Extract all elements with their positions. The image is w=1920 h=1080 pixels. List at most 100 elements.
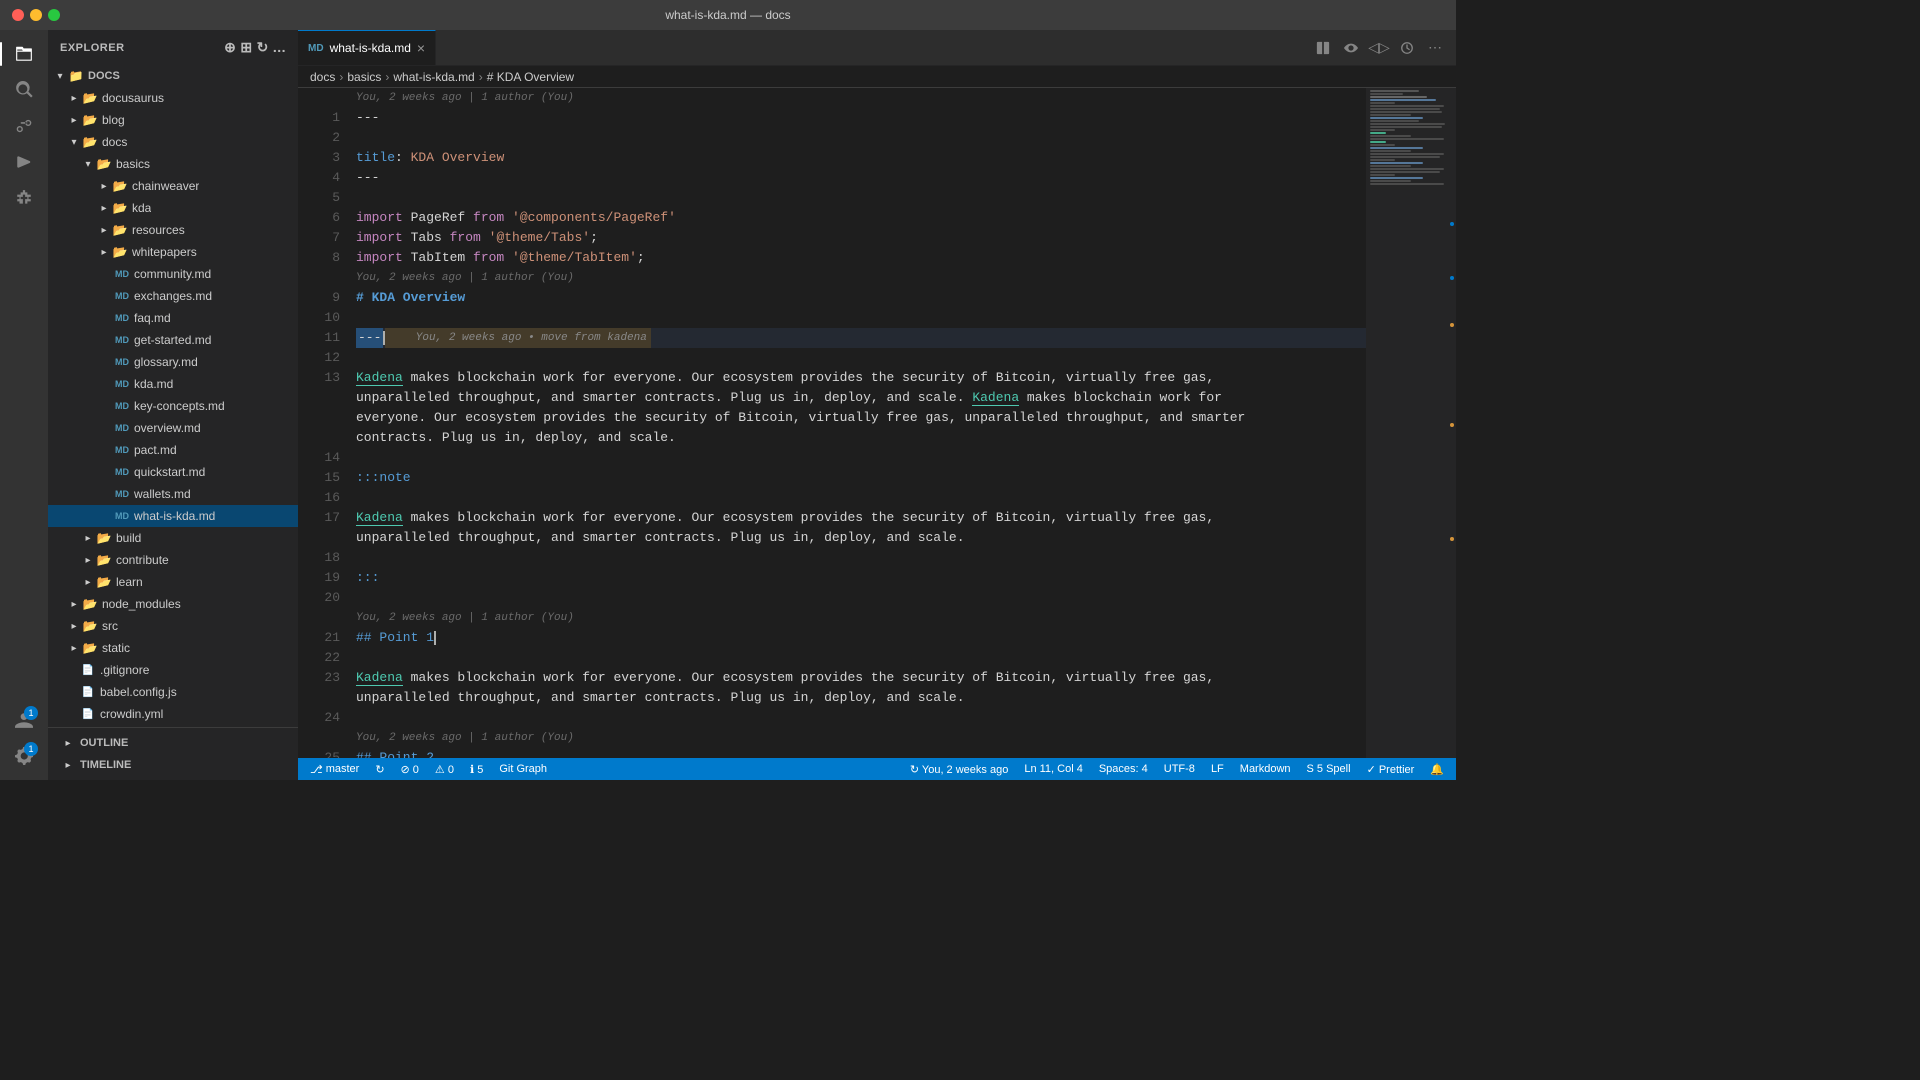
git-branch-item[interactable]: ⎇ master — [306, 758, 363, 780]
sidebar-item-kda[interactable]: 📂 kda — [48, 197, 298, 219]
prettier-item[interactable]: ✓ Prettier — [1363, 758, 1419, 780]
sidebar-item-chainweaver[interactable]: 📂 chainweaver — [48, 175, 298, 197]
breadcrumb-symbol[interactable]: # KDA Overview — [487, 70, 574, 84]
breadcrumb-sep3: › — [479, 70, 483, 84]
sidebar-item-pact-md[interactable]: MD pact.md — [48, 439, 298, 461]
outline-section[interactable]: OUTLINE — [48, 732, 298, 754]
maximize-button[interactable] — [48, 9, 60, 21]
tab-label: what-is-kda.md — [330, 41, 411, 55]
sidebar-item-faq-md[interactable]: MD faq.md — [48, 307, 298, 329]
editor-content[interactable]: 1 2 3 4 5 6 7 8 9 10 11 12 13 14 15 16 — [298, 88, 1456, 758]
search-activity-icon[interactable] — [8, 74, 40, 106]
git-graph-item[interactable]: Git Graph — [495, 758, 551, 780]
sidebar-item-crowdin[interactable]: 📄 crowdin.yml — [48, 703, 298, 725]
encoding-item[interactable]: UTF-8 — [1160, 758, 1199, 780]
blame-line: You, 2 weeks ago | 1 author (You) — [356, 608, 1366, 628]
sidebar-item-resources[interactable]: 📂 resources — [48, 219, 298, 241]
sidebar-item-basics[interactable]: 📂 basics — [48, 153, 298, 175]
sync-item[interactable]: ↻ — [371, 758, 388, 780]
sidebar-item-docs-root[interactable]: 📁 DOCS — [48, 65, 298, 87]
sidebar-item-label: learn — [116, 575, 143, 589]
breadcrumb-file[interactable]: what-is-kda.md — [393, 70, 474, 84]
split-editor-icon[interactable] — [1310, 35, 1336, 61]
collapse-all-icon[interactable]: ... — [273, 39, 286, 56]
code-line: everyone. Our ecosystem provides the sec… — [356, 408, 1366, 428]
sidebar-item-community-md[interactable]: MD community.md — [48, 263, 298, 285]
open-changes-icon[interactable]: ◁▷ — [1366, 35, 1392, 61]
sidebar-item-whitepapers[interactable]: 📂 whitepapers — [48, 241, 298, 263]
cursor-position-item[interactable]: Ln 11, Col 4 — [1020, 758, 1087, 780]
run-activity-icon[interactable] — [8, 146, 40, 178]
sidebar-item-static[interactable]: 📂 static — [48, 637, 298, 659]
sidebar-item-learn[interactable]: 📂 learn — [48, 571, 298, 593]
sidebar: Explorer ⊕ ⊞ ↻ ... 📁 DOCS 📂 docusaurus — [48, 30, 298, 780]
indent-label: Spaces: 4 — [1099, 763, 1148, 775]
sidebar-item-label: contribute — [116, 553, 169, 567]
encoding-label: UTF-8 — [1164, 763, 1195, 775]
line-ending-item[interactable]: LF — [1207, 758, 1228, 780]
more-actions-icon[interactable]: ⋯ — [1422, 35, 1448, 61]
sidebar-item-key-concepts-md[interactable]: MD key-concepts.md — [48, 395, 298, 417]
new-file-icon[interactable]: ⊕ — [224, 39, 236, 56]
notifications-item[interactable]: 🔔 — [1426, 758, 1448, 780]
md-file-icon: MD — [114, 464, 130, 480]
info-item[interactable]: ℹ 5 — [466, 758, 487, 780]
breadcrumb-sep2: › — [385, 70, 389, 84]
blame-line: You, 2 weeks ago | 1 author (You) — [356, 88, 1366, 108]
sidebar-item-glossary-md[interactable]: MD glossary.md — [48, 351, 298, 373]
refresh-icon[interactable]: ↻ — [257, 39, 269, 56]
source-control-activity-icon[interactable] — [8, 110, 40, 142]
expand-arrow — [104, 288, 114, 304]
breadcrumb-basics[interactable]: basics — [347, 70, 381, 84]
folder-icon: 📂 — [96, 552, 112, 568]
sidebar-item-label: community.md — [134, 267, 211, 281]
expand-arrow — [104, 442, 114, 458]
git-branch-icon: ⎇ — [310, 763, 323, 776]
spell-label: S 5 Spell — [1307, 763, 1351, 775]
sidebar-item-contribute[interactable]: 📂 contribute — [48, 549, 298, 571]
language-item[interactable]: Markdown — [1236, 758, 1295, 780]
extensions-activity-icon[interactable] — [8, 182, 40, 214]
sidebar-item-node-modules[interactable]: 📂 node_modules — [48, 593, 298, 615]
sidebar-item-exchanges-md[interactable]: MD exchanges.md — [48, 285, 298, 307]
minimize-button[interactable] — [30, 9, 42, 21]
blame-text: ↻ You, 2 weeks ago — [910, 763, 1009, 776]
language-label: Markdown — [1240, 763, 1291, 775]
sidebar-item-overview-md[interactable]: MD overview.md — [48, 417, 298, 439]
md-file-icon: MD — [114, 354, 130, 370]
timeline-icon[interactable] — [1394, 35, 1420, 61]
minimap[interactable] — [1366, 88, 1456, 758]
sidebar-item-what-is-kda-md[interactable]: MD what-is-kda.md — [48, 505, 298, 527]
git-blame-status[interactable]: ↻ You, 2 weeks ago — [906, 758, 1013, 780]
breadcrumb-docs[interactable]: docs — [310, 70, 335, 84]
timeline-section[interactable]: TIMELINE — [48, 754, 298, 776]
new-folder-icon[interactable]: ⊞ — [240, 39, 252, 56]
errors-item[interactable]: ⊘ 0 — [397, 758, 423, 780]
sidebar-item-src[interactable]: 📂 src — [48, 615, 298, 637]
md-file-icon: MD — [114, 376, 130, 392]
sidebar-item-babel-config[interactable]: 📄 babel.config.js — [48, 681, 298, 703]
expand-arrow — [104, 508, 114, 524]
expand-arrow — [96, 200, 112, 216]
sidebar-item-kda-md[interactable]: MD kda.md — [48, 373, 298, 395]
sidebar-item-get-started-md[interactable]: MD get-started.md — [48, 329, 298, 351]
sidebar-item-docusaurus[interactable]: 📂 docusaurus — [48, 87, 298, 109]
code-editor[interactable]: You, 2 weeks ago | 1 author (You) --- ti… — [348, 88, 1366, 758]
sidebar-item-label: DOCS — [88, 70, 120, 82]
sidebar-item-quickstart-md[interactable]: MD quickstart.md — [48, 461, 298, 483]
tab-close-button[interactable]: × — [417, 41, 425, 55]
sidebar-item-gitignore[interactable]: 📄 .gitignore — [48, 659, 298, 681]
indent-item[interactable]: Spaces: 4 — [1095, 758, 1152, 780]
accounts-activity-icon[interactable]: 1 — [8, 704, 40, 736]
sidebar-item-build[interactable]: 📂 build — [48, 527, 298, 549]
settings-activity-icon[interactable]: 1 — [8, 740, 40, 772]
explorer-activity-icon[interactable] — [8, 38, 40, 70]
tab-what-is-kda[interactable]: MD what-is-kda.md × — [298, 30, 436, 65]
sidebar-item-docs[interactable]: 📂 docs — [48, 131, 298, 153]
sidebar-item-wallets-md[interactable]: MD wallets.md — [48, 483, 298, 505]
preview-icon[interactable] — [1338, 35, 1364, 61]
sidebar-item-blog[interactable]: 📂 blog — [48, 109, 298, 131]
warnings-item[interactable]: ⚠ 0 — [431, 758, 458, 780]
close-button[interactable] — [12, 9, 24, 21]
spell-item[interactable]: S 5 Spell — [1303, 758, 1355, 780]
